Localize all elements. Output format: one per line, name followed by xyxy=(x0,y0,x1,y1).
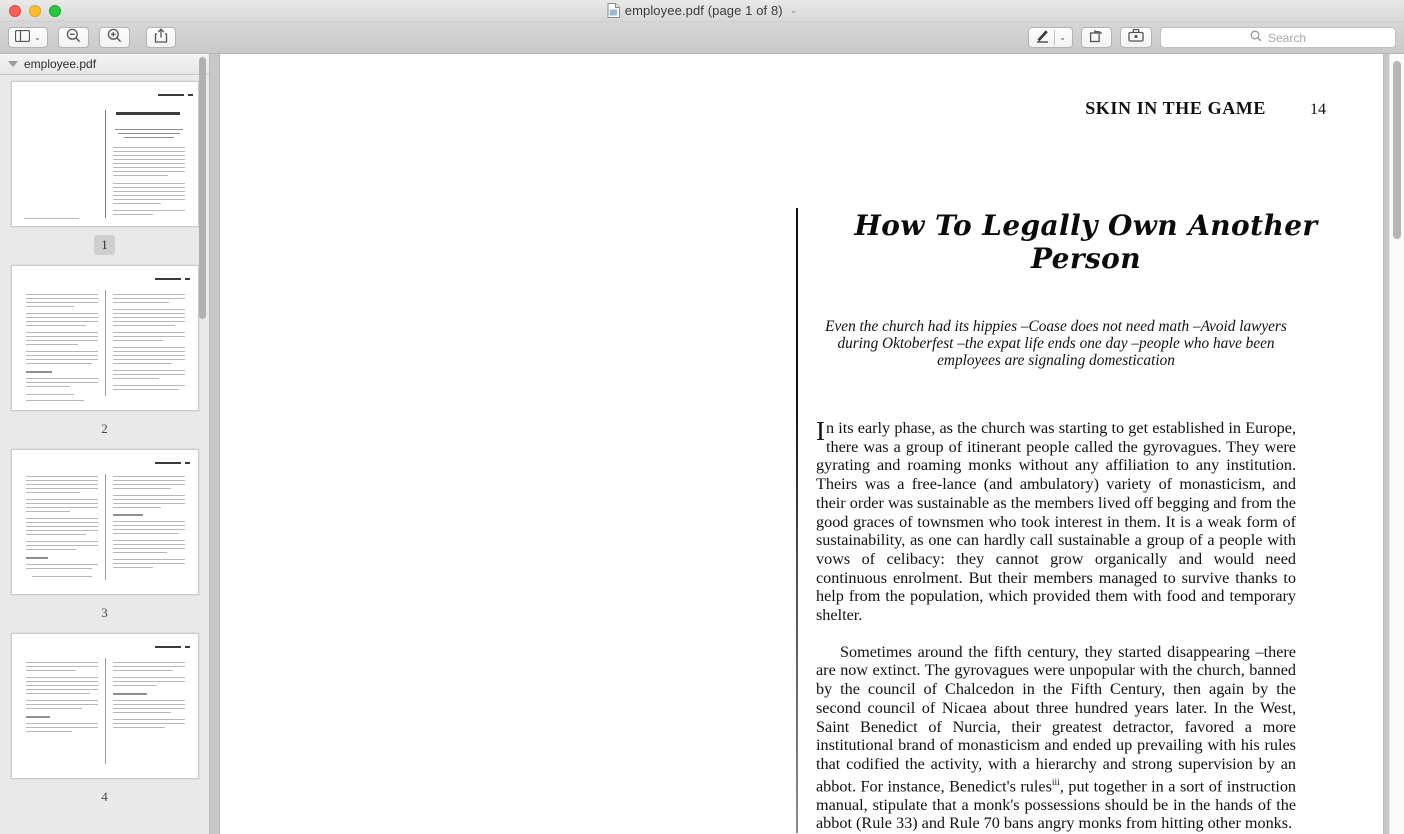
thumbnail-page-1[interactable] xyxy=(10,81,199,227)
zoom-in-button[interactable] xyxy=(98,27,130,48)
document-view[interactable]: SKIN IN THE GAME 14 How To Legally Own A… xyxy=(210,54,1404,834)
toolbar-right-group: ⌄ Search xyxy=(1028,27,1396,48)
running-head-title: SKIN IN THE GAME xyxy=(1085,98,1266,118)
maximize-button[interactable] xyxy=(49,4,61,17)
share-icon xyxy=(154,27,168,48)
preview-window: employee.pdf (page 1 of 8) ⌄ ⌄ ⌄ Search … xyxy=(0,0,1404,834)
document-scrollbar[interactable] xyxy=(1393,61,1401,239)
zoom-in-icon xyxy=(107,28,122,48)
close-button[interactable] xyxy=(9,4,21,17)
drop-cap: I xyxy=(816,416,825,446)
title-bar: employee.pdf (page 1 of 8) ⌄ xyxy=(0,0,1404,22)
disclosure-triangle-icon[interactable] xyxy=(8,61,18,67)
sidebar-chevron-down-icon[interactable]: ⌄ xyxy=(34,33,41,42)
running-head: SKIN IN THE GAME 14 xyxy=(220,98,1326,119)
thumbnail-page-label: 4 xyxy=(101,789,108,804)
thumbnail-page-label: 3 xyxy=(101,605,108,620)
page-number: 14 xyxy=(1310,101,1326,118)
thumbnail-page-2[interactable] xyxy=(10,265,199,411)
sidebar-icon xyxy=(14,29,31,47)
search-field[interactable]: Search xyxy=(1160,27,1396,48)
chapter-epigraph: Even the church had its hippies –Coase d… xyxy=(825,318,1287,369)
sidebar-document-name: employee.pdf xyxy=(24,57,97,71)
window-title: employee.pdf (page 1 of 8) xyxy=(624,3,783,18)
zoom-out-button[interactable] xyxy=(57,27,89,48)
body-paragraph-2-text-before-note: Sometimes around the fifth century, they… xyxy=(816,642,1296,796)
thumbnail-page-label: 1 xyxy=(94,235,115,255)
thumbnail-list[interactable]: 1 2 3 4 xyxy=(0,75,209,834)
minimize-button[interactable] xyxy=(29,4,41,17)
sidebar-scrollbar[interactable] xyxy=(199,57,206,319)
rotate-button[interactable] xyxy=(1081,27,1112,48)
thumbnail-sidebar: employee.pdf 1 2 3 4 xyxy=(0,54,210,834)
toolbar: ⌄ ⌄ Search xyxy=(0,22,1404,54)
footnote-marker[interactable]: iii xyxy=(1052,778,1060,788)
sidebar-header[interactable]: employee.pdf xyxy=(0,54,209,75)
traffic-light-group xyxy=(9,4,61,17)
rotate-icon xyxy=(1089,28,1104,48)
sidebar-view-button[interactable]: ⌄ xyxy=(8,27,48,48)
thumbnail-page-3[interactable] xyxy=(10,449,199,595)
list-item[interactable]: 2 xyxy=(0,265,209,449)
title-chevron-down-icon[interactable]: ⌄ xyxy=(790,5,798,16)
list-item[interactable]: 3 xyxy=(0,449,209,633)
show-markup-toolbar-button[interactable] xyxy=(1120,27,1152,48)
markup-button-separator xyxy=(1054,30,1056,45)
thumbnail-page-label: 2 xyxy=(101,421,108,436)
share-button[interactable] xyxy=(145,27,176,48)
pdf-page: SKIN IN THE GAME 14 How To Legally Own A… xyxy=(220,54,1383,834)
pdf-document-icon xyxy=(607,3,620,18)
window-title-group: employee.pdf (page 1 of 8) ⌄ xyxy=(0,0,1404,21)
chapter-vertical-rule xyxy=(796,208,798,833)
markup-button[interactable]: ⌄ xyxy=(1028,27,1073,48)
list-item[interactable]: 4 xyxy=(0,633,209,817)
zoom-out-icon xyxy=(66,28,81,48)
thumbnail-page-4[interactable] xyxy=(10,633,199,779)
toolbox-icon xyxy=(1128,28,1144,47)
list-item[interactable]: 1 xyxy=(0,75,209,265)
body-paragraph-2: Sometimes around the fifth century, they… xyxy=(816,643,1296,833)
search-icon xyxy=(1250,29,1262,47)
markup-chevron-down-icon[interactable]: ⌄ xyxy=(1059,33,1066,42)
window-body: employee.pdf 1 2 3 4 SKIN IN THE GAME 14… xyxy=(0,54,1404,834)
chapter-title: How To Legally Own Another Person xyxy=(854,209,1318,275)
toolbar-left-group: ⌄ xyxy=(8,27,176,48)
chapter-body: In its early phase, as the church was st… xyxy=(816,416,1296,833)
body-paragraph-1-text: n its early phase, as the church was sta… xyxy=(816,419,1296,625)
body-paragraph-1: In its early phase, as the church was st… xyxy=(816,416,1296,625)
markup-pen-icon xyxy=(1035,28,1050,48)
search-input[interactable]: Search xyxy=(1268,31,1306,45)
